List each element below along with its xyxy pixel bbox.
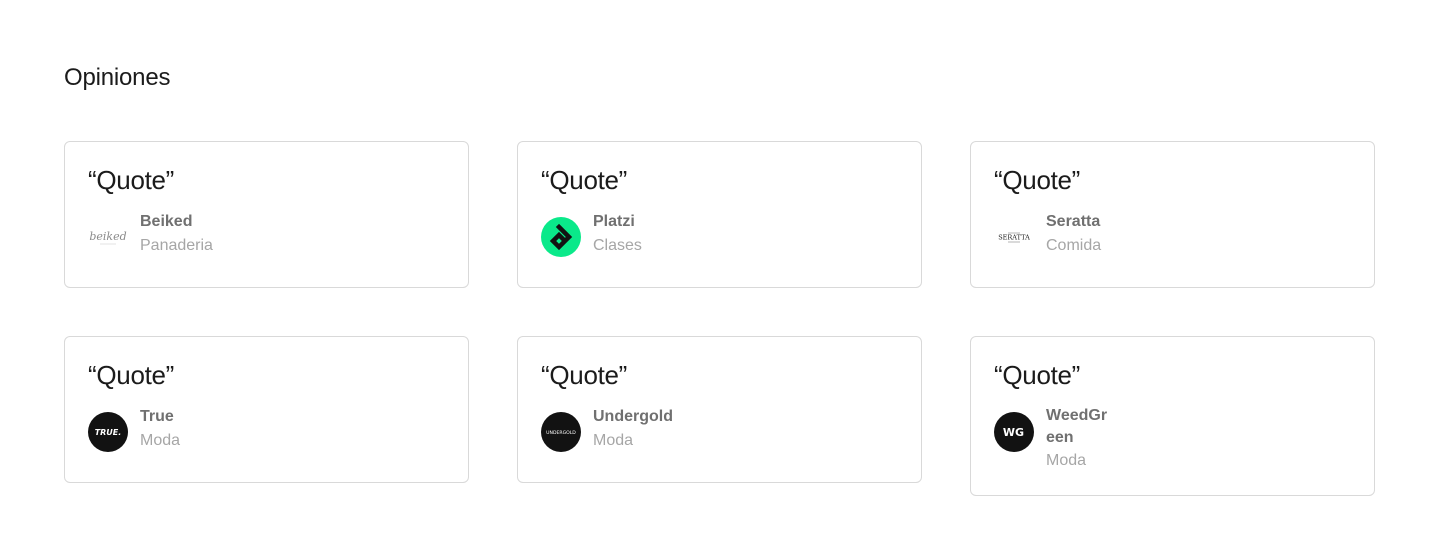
undergold-logo-text: UNDERGOLD [546,430,576,436]
client-name: Platzi [593,213,635,230]
client-category: Panaderia [140,237,213,254]
client-category: Moda [1046,452,1087,469]
true-logo-text: TRUE. [95,428,122,437]
true-logo: TRUE. [88,412,128,452]
testimonial-card: “Quote” beiked Beiked Panaderia [64,141,469,288]
section-title: Opiniones [64,64,171,91]
testimonial-card: “Quote” SERATTA Seratta Comida [970,141,1375,288]
testimonial-quote: “Quote” [88,360,175,390]
testimonial-quote: “Quote” [541,165,628,195]
client-name: Seratta [1046,213,1101,230]
testimonial-quote: “Quote” [541,360,628,390]
client-category: Comida [1046,237,1102,254]
weedgreen-logo: WG [994,412,1034,452]
testimonial-quote: “Quote” [994,360,1081,390]
client-info: Platzi Clases [541,210,898,258]
client-category: Moda [593,432,634,449]
seratta-logo: SERATTA [994,217,1034,257]
testimonial-card: “Quote” WG WeedGreen Moda [970,336,1375,496]
platzi-logo [541,217,581,257]
beiked-logo: beiked [88,217,128,257]
testimonial-card: “Quote” Platzi Clases [517,141,922,288]
testimonial-quote: “Quote” [88,165,175,195]
weedgreen-logo-text: WG [1003,426,1024,439]
beiked-logo-text: beiked [89,230,126,243]
client-name: Undergold [593,408,673,425]
client-info: TRUE. True Moda [88,405,445,453]
testimonials-grid: “Quote” beiked Beiked Panaderia “Quote” [64,141,1375,496]
undergold-logo: UNDERGOLD [541,412,581,452]
client-info: WG WeedGreen Moda [994,405,1351,473]
client-category: Clases [593,237,642,254]
testimonial-card: “Quote” TRUE. True Moda [64,336,469,483]
client-category: Moda [140,432,181,449]
testimonial-quote: “Quote” [994,165,1081,195]
client-name: True [140,408,174,425]
seratta-logo-text: SERATTA [998,234,1030,242]
client-info: UNDERGOLD Undergold Moda [541,405,898,453]
client-name: WeedGreen [1046,407,1108,446]
client-name: Beiked [140,213,193,230]
client-info: SERATTA Seratta Comida [994,210,1351,258]
testimonial-card: “Quote” UNDERGOLD Undergold Moda [517,336,922,483]
client-info: beiked Beiked Panaderia [88,210,445,258]
